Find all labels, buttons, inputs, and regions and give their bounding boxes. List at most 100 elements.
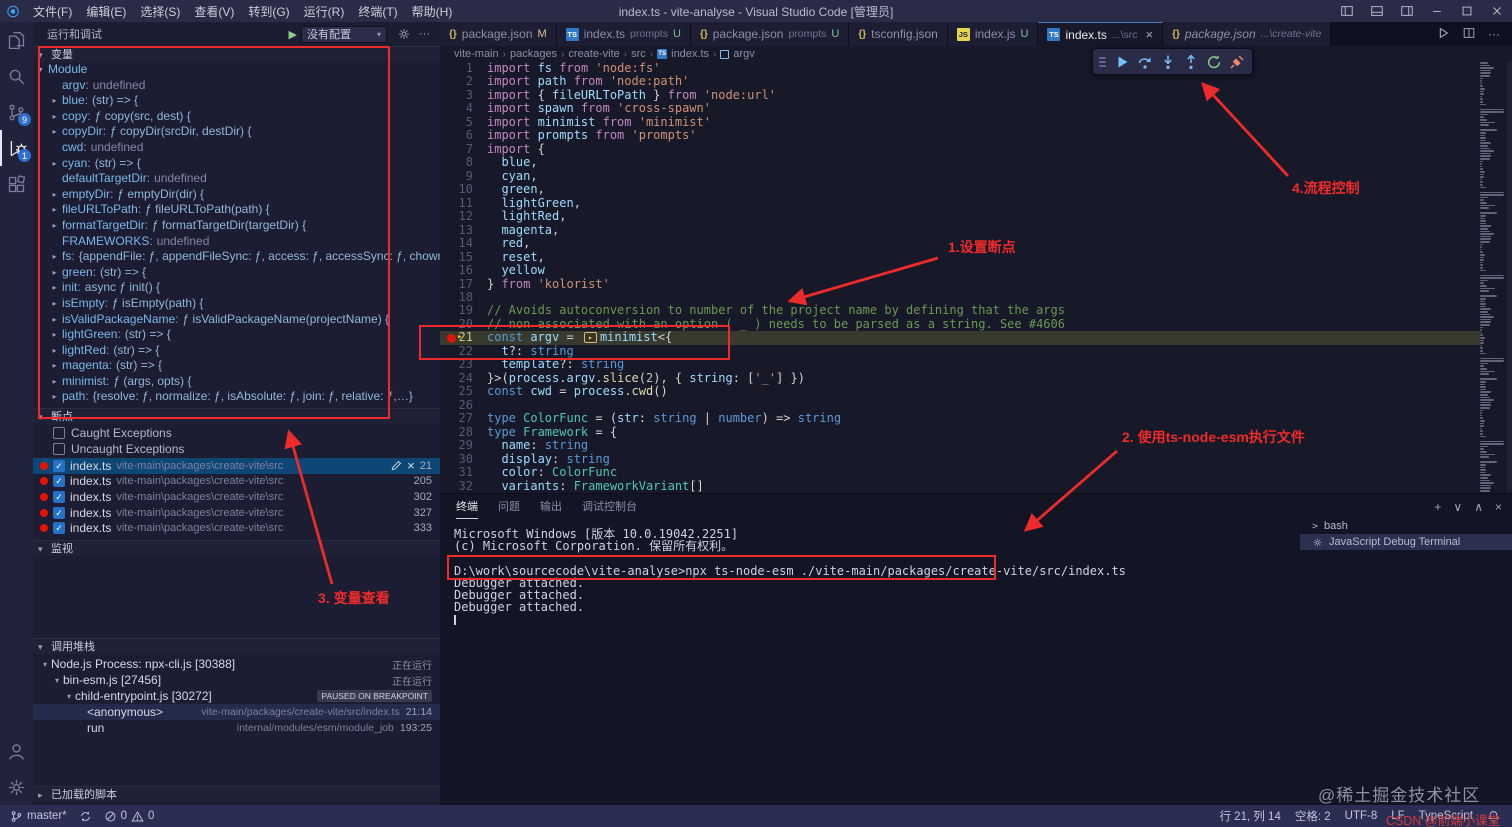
variable-row[interactable]: ▸ copyDir: ƒ copyDir(srcDir, destDir) { — [33, 124, 440, 140]
menu-item[interactable]: 帮助(H) — [405, 0, 460, 22]
variable-row[interactable]: ▸ isEmpty: ƒ isEmpty(path) { — [33, 296, 440, 312]
editor-scrollbar[interactable] — [1507, 62, 1512, 494]
activity-item-account[interactable] — [0, 733, 33, 769]
indentation[interactable]: 空格: 2 — [1295, 808, 1331, 824]
menu-item[interactable]: 终端(T) — [351, 0, 404, 22]
breadcrumb-item[interactable]: create-vite — [568, 48, 619, 60]
split-editor-icon[interactable] — [1462, 26, 1476, 43]
debug-config-dropdown[interactable]: 没有配置 ▾ — [301, 25, 387, 43]
call-stack-row[interactable]: run internal/modules/esm/module_job 193:25 — [33, 720, 440, 736]
breadcrumb-item[interactable]: packages — [510, 48, 557, 60]
layout-sidebar-icon[interactable] — [1332, 0, 1362, 22]
call-stack-section-header[interactable]: ▾ 调用堆栈 — [33, 638, 440, 654]
close-panel-icon[interactable]: × — [1495, 500, 1502, 514]
activity-item-extensions[interactable] — [0, 166, 33, 202]
breakpoint-checkbox[interactable]: ✓ — [53, 459, 65, 472]
variable-row[interactable]: ▸ green: (str) => { — [33, 265, 440, 281]
activity-item-settings[interactable] — [0, 769, 33, 805]
edit-breakpoint-icon[interactable] — [390, 460, 402, 472]
call-stack-row[interactable]: ▾ Node.js Process: npx-cli.js [30388] 正在运行 — [33, 656, 440, 672]
breakpoint-checkbox[interactable]: ✓ — [53, 475, 65, 488]
checkbox[interactable] — [53, 427, 65, 439]
close-tab-icon[interactable]: × — [1146, 27, 1154, 42]
tab-package.json[interactable]: {} package.json M — [440, 22, 557, 46]
menu-item[interactable]: 运行(R) — [297, 0, 352, 22]
breakpoint-row[interactable]: ✓ index.ts vite-main\packages\create-vite\… — [33, 505, 440, 521]
breadcrumb[interactable]: vite-main › packages › create-vite › src › TS ind… — [440, 46, 1512, 62]
minimap[interactable] — [1480, 62, 1506, 494]
exception-row[interactable]: Caught Exceptions — [33, 425, 440, 441]
checkbox[interactable] — [53, 443, 65, 455]
breakpoints-section-header[interactable]: ▾ 断点 — [33, 408, 440, 424]
terminal-list-item[interactable]: > bash — [1300, 518, 1512, 534]
breakpoint-dot-icon[interactable] — [447, 333, 456, 343]
panel-tab-终端[interactable]: 终端 — [456, 494, 478, 519]
maximize-panel-icon[interactable]: ∧ — [1474, 500, 1483, 514]
variable-row[interactable]: ▸ emptyDir: ƒ emptyDir(dir) { — [33, 187, 440, 203]
language-mode[interactable]: TypeScript — [1419, 810, 1473, 822]
variable-scope-row[interactable]: ▾ Module — [33, 62, 440, 78]
more-actions-icon[interactable]: ··· — [1488, 27, 1500, 41]
git-branch-status[interactable]: master* — [10, 810, 67, 823]
step-over-icon[interactable] — [1135, 52, 1154, 71]
watch-section-header[interactable]: ▾ 监视 — [33, 540, 440, 556]
problems-status[interactable]: 00 — [104, 810, 154, 823]
sync-icon[interactable] — [79, 810, 92, 823]
panel-tab-问题[interactable]: 问题 — [498, 494, 520, 519]
variable-row[interactable]: ▸ blue: (str) => { — [33, 93, 440, 109]
cursor-position[interactable]: 行 21, 列 14 — [1219, 808, 1280, 824]
activity-item-explorer[interactable] — [0, 22, 33, 58]
menu-item[interactable]: 文件(F) — [26, 0, 79, 22]
tab-package.json[interactable]: {} package.json ...\create-vite — [1163, 22, 1332, 46]
panel-tab-输出[interactable]: 输出 — [540, 494, 562, 519]
variable-row[interactable]: ▸ path: {resolve: ƒ, normalize: ƒ, isAbsol… — [33, 389, 440, 405]
step-into-icon[interactable] — [1158, 52, 1177, 71]
tab-index.ts[interactable]: TS index.ts ...\src × — [1038, 22, 1164, 46]
panel-tab-调试控制台[interactable]: 调试控制台 — [582, 494, 637, 519]
variable-row[interactable]: ▸ cyan: (str) => { — [33, 156, 440, 172]
variable-row[interactable]: ▸ copy: ƒ copy(src, dest) { — [33, 109, 440, 125]
variable-row[interactable]: ▸ lightRed: (str) => { — [33, 343, 440, 359]
menu-item[interactable]: 查看(V) — [187, 0, 241, 22]
variable-row[interactable]: ▸ magenta: (str) => { — [33, 358, 440, 374]
breakpoint-row[interactable]: ✓ index.ts vite-main\packages\create-vite\… — [33, 474, 440, 490]
restart-icon[interactable] — [1204, 52, 1223, 71]
loaded-scripts-section-header[interactable]: ▸ 已加载的脚本 — [33, 786, 440, 802]
encoding[interactable]: UTF-8 — [1345, 810, 1378, 822]
activity-item-run-and-debug[interactable]: 1 — [0, 130, 33, 166]
maximize-icon[interactable] — [1452, 0, 1482, 22]
call-stack-row[interactable]: ▾ bin-esm.js [27456] 正在运行 — [33, 672, 440, 688]
toolbar-drag-handle[interactable] — [1099, 56, 1106, 67]
close-window-icon[interactable] — [1482, 0, 1512, 22]
breakpoint-row[interactable]: ✓ index.ts vite-main\packages\create-vite\… — [33, 458, 440, 474]
variable-row[interactable]: FRAMEWORKS: undefined — [33, 234, 440, 250]
terminal-dropdown-icon[interactable]: ∨ — [1453, 500, 1462, 514]
breadcrumb-item[interactable]: index.ts — [671, 48, 709, 60]
notifications-bell-icon[interactable] — [1487, 810, 1500, 823]
terminal-output[interactable]: Microsoft Windows [版本 10.0.19042.2251] (c… — [454, 528, 1290, 626]
code-editor[interactable]: 1 import fs from 'node:fs' 2 import path fr… — [440, 62, 1480, 494]
tab-index.ts[interactable]: TS index.ts prompts U — [556, 22, 691, 46]
terminal-list-item[interactable]: JavaScript Debug Terminal — [1300, 534, 1512, 550]
variable-row[interactable]: ▸ lightGreen: (str) => { — [33, 327, 440, 343]
breakpoint-row[interactable]: ✓ index.ts vite-main\packages\create-vite\… — [33, 489, 440, 505]
menu-item[interactable]: 选择(S) — [133, 0, 187, 22]
variable-row[interactable]: defaultTargetDir: undefined — [33, 171, 440, 187]
breadcrumb-item[interactable]: vite-main — [454, 48, 499, 60]
layout-panel-icon[interactable] — [1362, 0, 1392, 22]
disconnect-icon[interactable] — [1227, 52, 1246, 71]
variable-row[interactable]: cwd: undefined — [33, 140, 440, 156]
variable-row[interactable]: ▸ minimist: ƒ (args, opts) { — [33, 374, 440, 390]
tab-tsconfig.json[interactable]: {} tsconfig.json — [849, 22, 948, 46]
breakpoint-checkbox[interactable]: ✓ — [53, 522, 65, 535]
variable-row[interactable]: argv: undefined — [33, 78, 440, 94]
menu-item[interactable]: 转到(G) — [241, 0, 296, 22]
layout-secondary-icon[interactable] — [1392, 0, 1422, 22]
call-stack-row[interactable]: <anonymous> vite-main/packages/create-vit… — [33, 704, 440, 720]
variable-row[interactable]: ▸ fileURLToPath: ƒ fileURLToPath(path) { — [33, 202, 440, 218]
variables-section-header[interactable]: ▾ 变量 — [33, 46, 440, 62]
exception-row[interactable]: Uncaught Exceptions — [33, 441, 440, 457]
breakpoint-row[interactable]: ✓ index.ts vite-main\packages\create-vite\… — [33, 520, 440, 536]
menu-item[interactable]: 编辑(E) — [79, 0, 133, 22]
breakpoint-checkbox[interactable]: ✓ — [53, 490, 65, 503]
